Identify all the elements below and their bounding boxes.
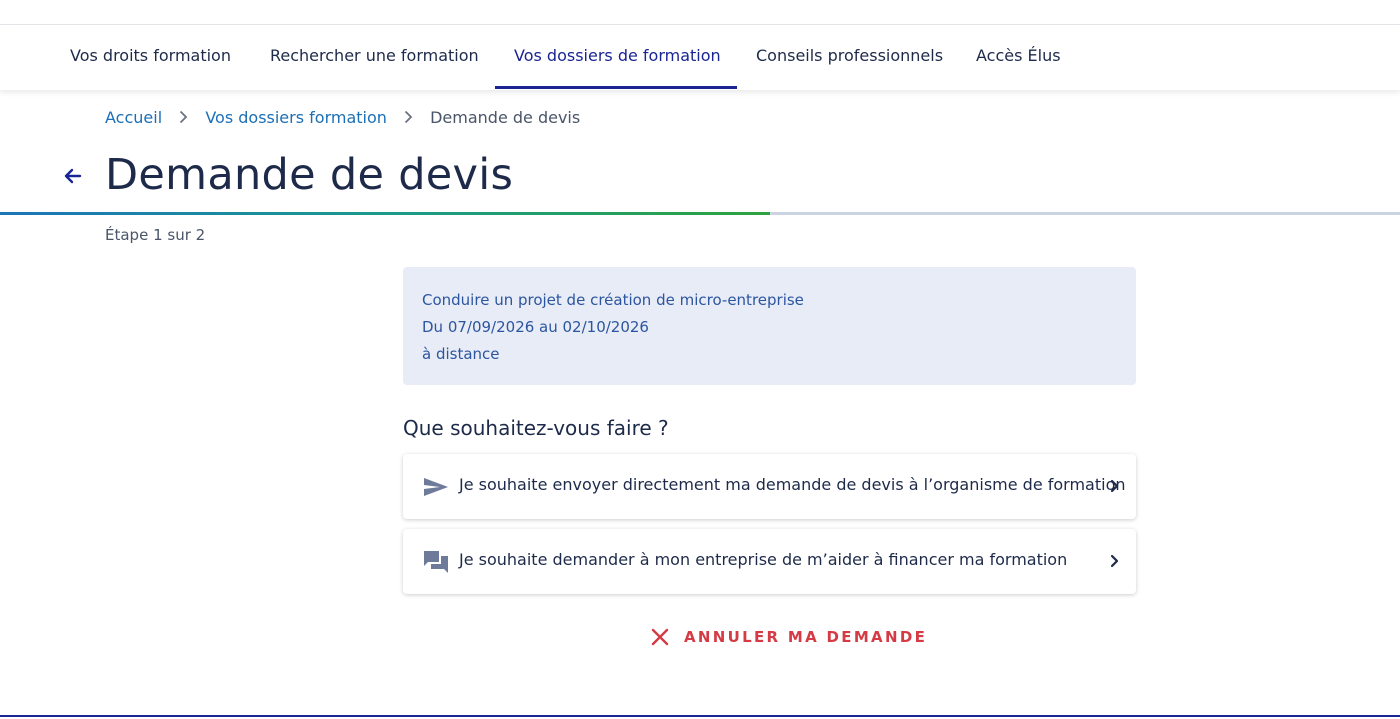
training-dates: Du 07/09/2026 au 02/10/2026 xyxy=(422,318,649,336)
option-label: Je souhaite envoyer directement ma deman… xyxy=(459,475,1126,494)
footer-divider xyxy=(0,715,1400,717)
nav-item-vos-droits-formation[interactable]: Vos droits formation xyxy=(70,25,231,89)
chevron-right-icon xyxy=(1108,553,1122,569)
send-icon xyxy=(423,474,449,500)
training-name: Conduire un projet de création de micro-… xyxy=(422,291,804,309)
nav-item-acces-elus[interactable]: Accès Élus xyxy=(976,25,1061,89)
active-tab-indicator xyxy=(495,86,737,89)
nav-item-conseils-professionnels[interactable]: Conseils professionnels xyxy=(756,25,943,89)
chevron-right-icon xyxy=(1108,478,1122,494)
step-progress-fill xyxy=(0,212,770,215)
chat-icon xyxy=(423,549,449,575)
page-title: Demande de devis xyxy=(105,150,514,200)
cancel-request-label: ANNULER MA DEMANDE xyxy=(684,628,928,646)
training-summary-card: Conduire un projet de création de micro-… xyxy=(403,267,1136,385)
cancel-request-button[interactable]: ANNULER MA DEMANDE xyxy=(650,622,927,652)
step-progress-bar xyxy=(0,212,1400,215)
nav-item-vos-dossiers-formation[interactable]: Vos dossiers de formation xyxy=(514,25,721,89)
option-send-quote-to-organization[interactable]: Je souhaite envoyer directement ma deman… xyxy=(403,454,1136,519)
breadcrumb: Accueil Vos dossiers formation Demande d… xyxy=(105,108,580,127)
chevron-right-icon xyxy=(404,108,413,127)
option-ask-employer-funding[interactable]: Je souhaite demander à mon entreprise de… xyxy=(403,529,1136,594)
breadcrumb-parent-link[interactable]: Vos dossiers formation xyxy=(205,108,387,127)
breadcrumb-current: Demande de devis xyxy=(430,108,581,127)
close-icon xyxy=(650,627,670,647)
nav-item-rechercher-formation[interactable]: Rechercher une formation xyxy=(270,25,479,89)
main-nav: Vos droits formation Rechercher une form… xyxy=(0,25,1400,90)
back-arrow-icon[interactable] xyxy=(60,163,86,189)
step-label: Étape 1 sur 2 xyxy=(105,226,206,244)
question-heading: Que souhaitez-vous faire ? xyxy=(403,416,669,440)
option-label: Je souhaite demander à mon entreprise de… xyxy=(459,550,1068,569)
training-mode: à distance xyxy=(422,345,500,363)
chevron-right-icon xyxy=(179,108,188,127)
breadcrumb-home-link[interactable]: Accueil xyxy=(105,108,162,127)
